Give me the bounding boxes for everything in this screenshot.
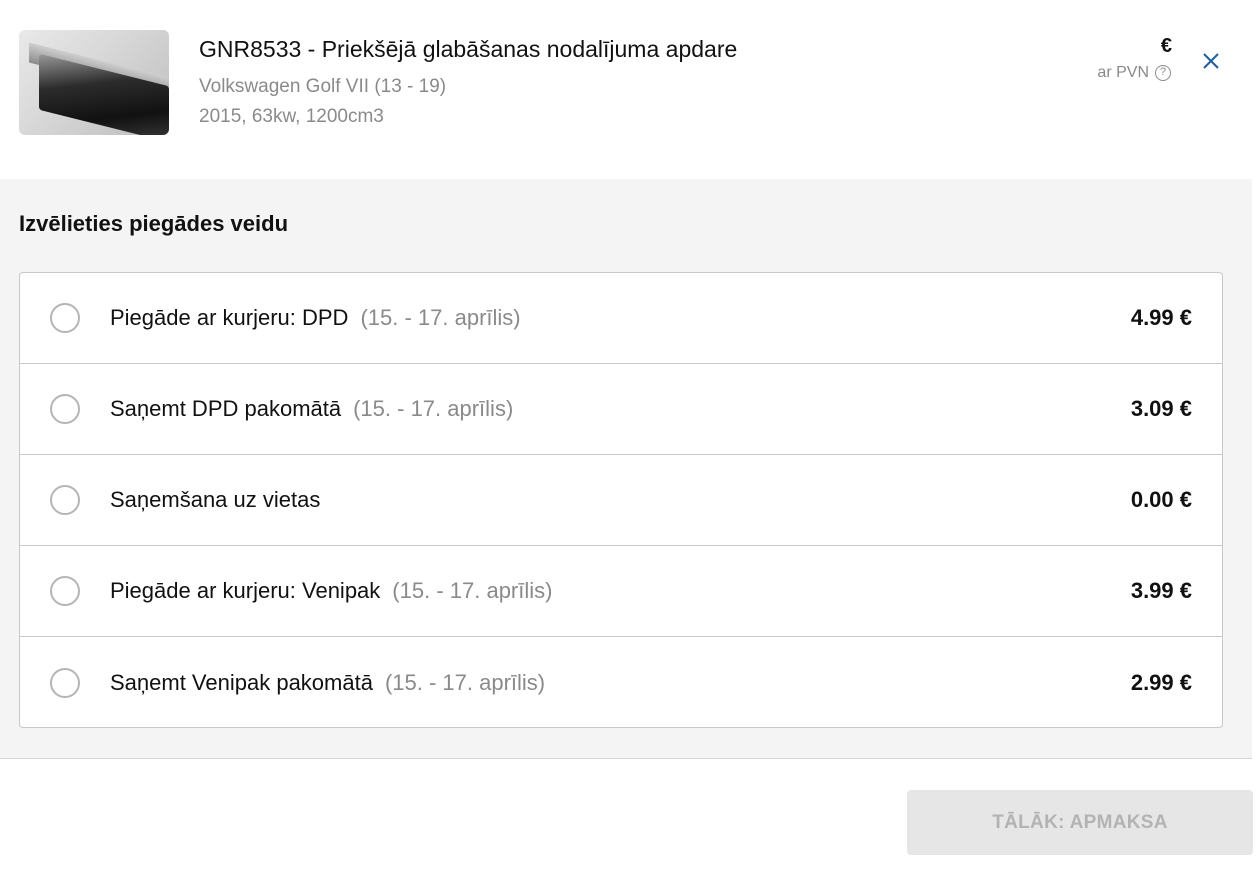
option-date: (15. - 17. aprīlis) [384, 669, 546, 695]
option-label: Piegāde ar kurjeru: DPD (15. - 17. aprīli… [110, 305, 521, 331]
option-name: Saņemt DPD pakomātā [110, 396, 342, 421]
option-label: Saņemt DPD pakomātā (15. - 17. aprīlis) [110, 396, 513, 422]
product-image [19, 30, 169, 135]
option-date: (15. - 17. aprīlis) [392, 578, 553, 603]
option-date: (15. - 17. aprīlis) [360, 305, 521, 330]
vat-label: ar PVN [1097, 64, 1149, 81]
option-price: 4.99 € [1130, 305, 1192, 330]
radio-button[interactable] [50, 667, 80, 698]
option-price: 0.00 € [1130, 487, 1192, 512]
option-name: Piegāde ar kurjeru: Venipak [110, 578, 381, 603]
radio-button[interactable] [50, 303, 80, 333]
option-price: 2.99 € [1130, 669, 1192, 695]
option-date: (15. - 17. aprīlis) [353, 396, 514, 421]
delivery-option-dpd-courier[interactable]: Piegāde ar kurjeru: DPD (15. - 17. aprīli… [20, 273, 1222, 364]
radio-button[interactable] [50, 485, 80, 515]
product-title: GNR8533 - Priekšējā glabāšanas nodalījum… [199, 36, 738, 62]
option-name: Saņemšana uz vietas [110, 487, 321, 512]
delivery-option-pickup[interactable]: Saņemšana uz vietas 0.00 € [20, 455, 1222, 546]
help-icon[interactable]: ? [1155, 65, 1171, 81]
option-label: Piegāde ar kurjeru: Venipak (15. - 17. ap… [110, 578, 552, 604]
option-label: Saņemšana uz vietas [110, 487, 320, 513]
option-price: 3.99 € [1130, 578, 1192, 603]
delivery-heading: Izvēlieties piegādes veidu [19, 211, 289, 236]
product-details: 2015, 63kw, 1200cm3 [199, 106, 384, 127]
close-icon[interactable] [1200, 50, 1222, 72]
delivery-option-venipak-parcel-locker[interactable]: Saņemt Venipak pakomātā (15. - 17. aprīli… [20, 637, 1222, 728]
next-payment-button[interactable]: TĀLĀK: APMAKSA [907, 790, 1253, 855]
radio-button[interactable] [50, 576, 80, 606]
option-price: 3.09 € [1130, 396, 1192, 421]
product-vehicle: Volkswagen Golf VII (13 - 19) [199, 76, 447, 97]
price-currency: € [1160, 35, 1172, 57]
delivery-panel: Izvēlieties piegādes veidu Piegāde ar ku… [0, 179, 1252, 759]
delivery-option-dpd-parcel-locker[interactable]: Saņemt DPD pakomātā (15. - 17. aprīlis) 3… [20, 364, 1222, 455]
option-label: Saņemt Venipak pakomātā (15. - 17. aprīli… [110, 670, 545, 696]
option-name: Saņemt Venipak pakomātā [110, 669, 373, 695]
delivery-option-venipak-courier[interactable]: Piegāde ar kurjeru: Venipak (15. - 17. ap… [20, 546, 1222, 637]
radio-button[interactable] [50, 394, 80, 424]
product-header: GNR8533 - Priekšējā glabāšanas nodalījum… [0, 0, 1252, 179]
vat-note: ar PVN ? [1097, 64, 1171, 82]
delivery-options-list: Piegāde ar kurjeru: DPD (15. - 17. aprīli… [19, 272, 1223, 728]
option-name: Piegāde ar kurjeru: DPD [110, 305, 349, 330]
